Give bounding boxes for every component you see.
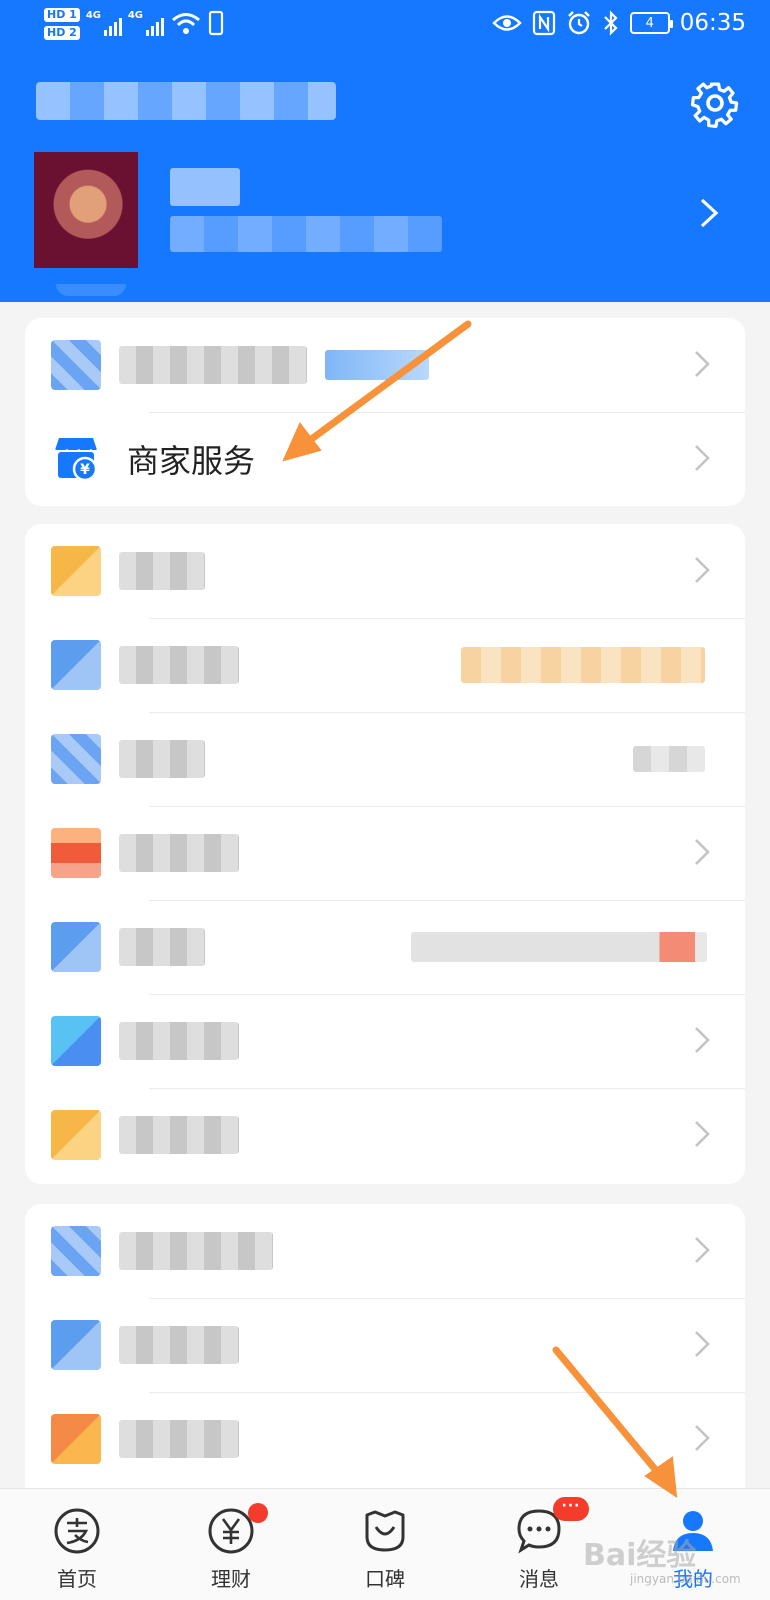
alipay-icon bbox=[54, 1508, 100, 1554]
header-decoration bbox=[56, 284, 126, 296]
network-type-2: 4G bbox=[127, 10, 143, 21]
blurred-item-icon bbox=[51, 734, 101, 784]
sim-icon bbox=[208, 10, 223, 36]
card-services bbox=[25, 524, 745, 1184]
card-more bbox=[25, 1204, 745, 1504]
list-item[interactable] bbox=[25, 1298, 745, 1392]
blurred-item-icon bbox=[51, 1226, 101, 1276]
message-badge: ··· bbox=[553, 1497, 589, 1521]
tab-koubei[interactable]: 口碑 bbox=[308, 1489, 462, 1600]
chevron-right-icon bbox=[695, 1425, 710, 1451]
svg-text:¥: ¥ bbox=[80, 462, 90, 478]
status-bar-left: HD 1 HD 2 4G 4G bbox=[44, 8, 224, 40]
chevron-right-icon bbox=[695, 1237, 710, 1263]
list-item[interactable] bbox=[25, 994, 745, 1088]
merchant-service-item[interactable]: ¥ 商家服务 bbox=[25, 412, 745, 506]
status-time: 06:35 bbox=[679, 10, 746, 36]
chevron-right-icon bbox=[695, 445, 710, 471]
signal-icon: 4G bbox=[86, 8, 122, 38]
nfc-icon bbox=[532, 10, 555, 36]
blurred-item-badge bbox=[325, 350, 429, 380]
list-item[interactable] bbox=[25, 1204, 745, 1298]
bluetooth-icon bbox=[603, 10, 618, 36]
blurred-item-icon bbox=[51, 1414, 101, 1464]
chevron-right-icon bbox=[695, 1121, 710, 1147]
list-item[interactable] bbox=[25, 618, 745, 712]
tab-home[interactable]: 首页 bbox=[0, 1489, 154, 1600]
list-item[interactable] bbox=[25, 1088, 745, 1182]
blurred-item-icon bbox=[51, 1016, 101, 1066]
list-item[interactable] bbox=[25, 318, 745, 412]
blurred-item-icon bbox=[51, 640, 101, 690]
blurred-item-icon bbox=[51, 546, 101, 596]
chevron-right-icon bbox=[695, 557, 710, 583]
hd2-indicator: HD 2 bbox=[44, 26, 80, 40]
blurred-item-label bbox=[119, 834, 239, 872]
profile-header: HD 1 HD 2 4G 4G 4 06:35 bbox=[0, 0, 770, 302]
chevron-right-icon bbox=[695, 839, 710, 865]
blurred-item-value bbox=[461, 647, 705, 683]
tab-label: 口碑 bbox=[365, 1567, 405, 1591]
merchant-service-label: 商家服务 bbox=[127, 442, 256, 480]
blurred-item-label bbox=[119, 346, 307, 384]
blurred-account-id bbox=[170, 216, 442, 252]
blurred-item-icon bbox=[51, 1110, 101, 1160]
watermark-url: jingyan.baidu.com bbox=[630, 1572, 741, 1586]
list-item[interactable] bbox=[25, 524, 745, 618]
blurred-item-label bbox=[119, 552, 205, 590]
battery-icon: 4 bbox=[629, 12, 673, 34]
status-bar: HD 1 HD 2 4G 4G 4 06:35 bbox=[0, 0, 770, 54]
koubei-icon bbox=[365, 1510, 405, 1552]
list-item[interactable] bbox=[25, 900, 745, 994]
blurred-item-label bbox=[119, 928, 205, 966]
network-type-1: 4G bbox=[85, 10, 101, 21]
tab-label: 首页 bbox=[57, 1567, 97, 1591]
gear-icon[interactable] bbox=[688, 76, 742, 130]
status-bar-right: 4 06:35 bbox=[492, 10, 746, 36]
list-item[interactable] bbox=[25, 712, 745, 806]
blurred-account-title bbox=[36, 82, 336, 120]
signal-icon: 4G bbox=[128, 8, 164, 38]
blurred-item-label bbox=[119, 1326, 239, 1364]
blurred-item-value bbox=[411, 932, 707, 962]
blurred-item-label bbox=[119, 1022, 239, 1060]
hd-indicators: HD 1 HD 2 bbox=[44, 8, 80, 40]
blurred-item-value bbox=[633, 746, 705, 772]
chevron-right-icon bbox=[695, 351, 710, 377]
card-merchant: ¥ 商家服务 bbox=[25, 318, 745, 506]
eye-icon bbox=[492, 15, 522, 31]
tab-label: 消息 bbox=[519, 1567, 559, 1591]
blurred-item-icon bbox=[51, 828, 101, 878]
notification-dot bbox=[248, 1503, 268, 1523]
blurred-item-icon bbox=[51, 1320, 101, 1370]
list-item[interactable] bbox=[25, 806, 745, 900]
hd1-indicator: HD 1 bbox=[44, 8, 80, 22]
chevron-right-icon bbox=[695, 1027, 710, 1053]
storefront-icon: ¥ bbox=[54, 438, 98, 482]
chevron-right-icon[interactable] bbox=[696, 196, 722, 230]
chevron-right-icon bbox=[695, 1331, 710, 1357]
avatar[interactable] bbox=[34, 152, 138, 268]
watermark: Bai经验 bbox=[583, 1538, 697, 1573]
list-item[interactable] bbox=[25, 1392, 745, 1486]
alarm-icon bbox=[567, 11, 590, 35]
tab-label: 理财 bbox=[211, 1567, 251, 1591]
wifi-icon bbox=[171, 13, 200, 34]
blurred-item-label bbox=[119, 1420, 239, 1458]
blurred-item-label bbox=[119, 1232, 273, 1270]
blurred-item-label bbox=[119, 1116, 239, 1154]
blurred-item-icon bbox=[51, 922, 101, 972]
blurred-nickname bbox=[170, 168, 240, 206]
blurred-item-icon bbox=[51, 340, 101, 390]
blurred-item-label bbox=[119, 646, 239, 684]
tab-wealth[interactable]: 理财 bbox=[154, 1489, 308, 1600]
blurred-item-label bbox=[119, 740, 205, 778]
